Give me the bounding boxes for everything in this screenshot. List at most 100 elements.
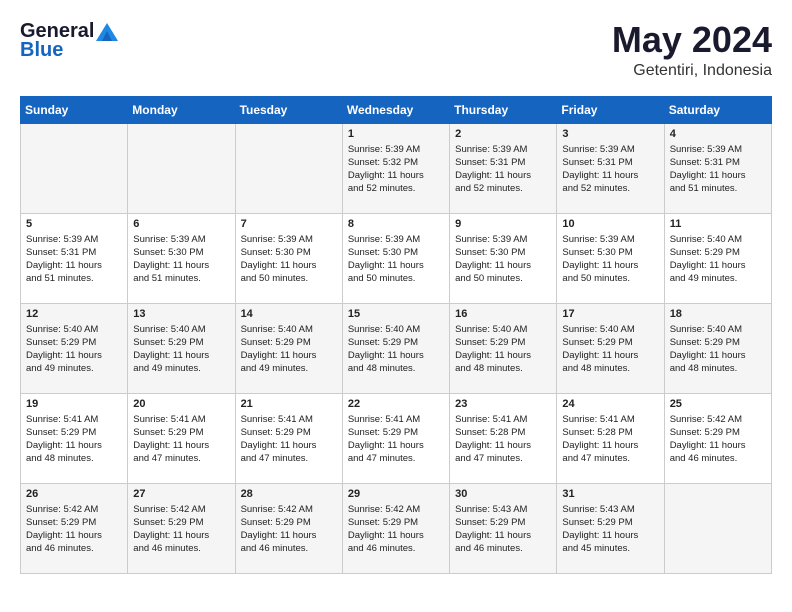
calendar-cell: 25Sunrise: 5:42 AM Sunset: 5:29 PM Dayli…	[664, 393, 771, 483]
calendar-cell: 8 Sunrise: 5:39 AM Sunset: 5:30 PM Daylig…	[342, 213, 449, 303]
day-number: 10	[562, 218, 658, 230]
day-number: 19	[26, 398, 122, 410]
weekday-header-monday: Monday	[128, 96, 235, 123]
day-number: 5	[26, 218, 122, 230]
weekday-header-saturday: Saturday	[664, 96, 771, 123]
calendar-cell: 19 Sunrise: 5:41 AM Sunset: 5:29 PM Dayli…	[21, 393, 128, 483]
day-info: Sunrise: 5:43 AM Sunset: 5:29 PM Dayligh…	[455, 503, 551, 556]
day-number: 7	[241, 218, 337, 230]
calendar-cell	[664, 483, 771, 573]
day-info: Sunrise: 5:39 AM Sunset: 5:31 PM Dayligh…	[455, 143, 551, 196]
calendar-cell: 27 Sunrise: 5:42 AM Sunset: 5:29 PM Dayli…	[128, 483, 235, 573]
weekday-header-thursday: Thursday	[450, 96, 557, 123]
day-info: Sunrise: 5:40 AM Sunset: 5:29 PM Dayligh…	[455, 323, 551, 376]
calendar-cell: 11Sunrise: 5:40 AM Sunset: 5:29 PM Dayli…	[664, 213, 771, 303]
day-number: 20	[133, 398, 229, 410]
day-number: 13	[133, 308, 229, 320]
day-info: Sunrise: 5:41 AM Sunset: 5:29 PM Dayligh…	[26, 413, 122, 466]
day-number: 21	[241, 398, 337, 410]
weekday-header-row: SundayMondayTuesdayWednesdayThursdayFrid…	[21, 96, 772, 123]
calendar-cell: 6Sunrise: 5:39 AM Sunset: 5:30 PM Daylig…	[128, 213, 235, 303]
page-header: General Blue May 2024 Getentiri, Indones…	[20, 20, 772, 80]
calendar-cell: 30 Sunrise: 5:43 AM Sunset: 5:29 PM Dayli…	[450, 483, 557, 573]
day-number: 8	[348, 218, 444, 230]
day-info: Sunrise: 5:42 AM Sunset: 5:29 PM Dayligh…	[133, 503, 229, 556]
day-info: Sunrise: 5:41 AM Sunset: 5:28 PM Dayligh…	[455, 413, 551, 466]
day-info: Sunrise: 5:40 AM Sunset: 5:29 PM Dayligh…	[26, 323, 122, 376]
calendar-cell: 3Sunrise: 5:39 AM Sunset: 5:31 PM Daylig…	[557, 123, 664, 213]
calendar-week-1: 1Sunrise: 5:39 AM Sunset: 5:32 PM Daylig…	[21, 123, 772, 213]
calendar-cell: 26 Sunrise: 5:42 AM Sunset: 5:29 PM Dayli…	[21, 483, 128, 573]
day-number: 26	[26, 488, 122, 500]
calendar-cell: 18 Sunrise: 5:40 AM Sunset: 5:29 PM Dayli…	[664, 303, 771, 393]
calendar-week-5: 26 Sunrise: 5:42 AM Sunset: 5:29 PM Dayli…	[21, 483, 772, 573]
day-info: Sunrise: 5:42 AM Sunset: 5:29 PM Dayligh…	[670, 413, 766, 466]
calendar-week-4: 19 Sunrise: 5:41 AM Sunset: 5:29 PM Dayli…	[21, 393, 772, 483]
calendar-cell: 12 Sunrise: 5:40 AM Sunset: 5:29 PM Dayli…	[21, 303, 128, 393]
calendar-cell: 7 Sunrise: 5:39 AM Sunset: 5:30 PM Daylig…	[235, 213, 342, 303]
day-info: Sunrise: 5:39 AM Sunset: 5:30 PM Dayligh…	[562, 233, 658, 286]
day-info: Sunrise: 5:40 AM Sunset: 5:29 PM Dayligh…	[562, 323, 658, 376]
calendar-cell	[21, 123, 128, 213]
calendar-cell: 23 Sunrise: 5:41 AM Sunset: 5:28 PM Dayli…	[450, 393, 557, 483]
calendar-cell: 17 Sunrise: 5:40 AM Sunset: 5:29 PM Dayli…	[557, 303, 664, 393]
calendar-cell	[235, 123, 342, 213]
day-info: Sunrise: 5:39 AM Sunset: 5:30 PM Dayligh…	[348, 233, 444, 286]
day-info: Sunrise: 5:42 AM Sunset: 5:29 PM Dayligh…	[26, 503, 122, 556]
day-info: Sunrise: 5:40 AM Sunset: 5:29 PM Dayligh…	[241, 323, 337, 376]
calendar-cell: 20 Sunrise: 5:41 AM Sunset: 5:29 PM Dayli…	[128, 393, 235, 483]
day-number: 30	[455, 488, 551, 500]
day-info: Sunrise: 5:39 AM Sunset: 5:30 PM Dayligh…	[241, 233, 337, 286]
day-number: 9	[455, 218, 551, 230]
calendar-cell: 31 Sunrise: 5:43 AM Sunset: 5:29 PM Dayli…	[557, 483, 664, 573]
day-number: 17	[562, 308, 658, 320]
title-block: May 2024 Getentiri, Indonesia	[612, 20, 772, 80]
calendar-cell: 2 Sunrise: 5:39 AM Sunset: 5:31 PM Daylig…	[450, 123, 557, 213]
day-number: 11	[670, 218, 766, 230]
calendar-cell: 22Sunrise: 5:41 AM Sunset: 5:29 PM Dayli…	[342, 393, 449, 483]
calendar-cell: 16Sunrise: 5:40 AM Sunset: 5:29 PM Dayli…	[450, 303, 557, 393]
day-number: 27	[133, 488, 229, 500]
day-info: Sunrise: 5:39 AM Sunset: 5:30 PM Dayligh…	[455, 233, 551, 286]
day-number: 12	[26, 308, 122, 320]
day-number: 4	[670, 128, 766, 140]
day-number: 28	[241, 488, 337, 500]
day-info: Sunrise: 5:39 AM Sunset: 5:30 PM Dayligh…	[133, 233, 229, 286]
day-info: Sunrise: 5:41 AM Sunset: 5:29 PM Dayligh…	[133, 413, 229, 466]
day-info: Sunrise: 5:43 AM Sunset: 5:29 PM Dayligh…	[562, 503, 658, 556]
day-number: 31	[562, 488, 658, 500]
weekday-header-wednesday: Wednesday	[342, 96, 449, 123]
calendar-cell: 24 Sunrise: 5:41 AM Sunset: 5:28 PM Dayli…	[557, 393, 664, 483]
day-info: Sunrise: 5:41 AM Sunset: 5:28 PM Dayligh…	[562, 413, 658, 466]
day-info: Sunrise: 5:42 AM Sunset: 5:29 PM Dayligh…	[348, 503, 444, 556]
day-info: Sunrise: 5:40 AM Sunset: 5:29 PM Dayligh…	[348, 323, 444, 376]
calendar-cell: 5 Sunrise: 5:39 AM Sunset: 5:31 PM Daylig…	[21, 213, 128, 303]
calendar-table: SundayMondayTuesdayWednesdayThursdayFrid…	[20, 96, 772, 574]
day-number: 1	[348, 128, 444, 140]
day-number: 24	[562, 398, 658, 410]
day-number: 23	[455, 398, 551, 410]
calendar-cell: 29Sunrise: 5:42 AM Sunset: 5:29 PM Dayli…	[342, 483, 449, 573]
day-info: Sunrise: 5:40 AM Sunset: 5:29 PM Dayligh…	[670, 323, 766, 376]
day-number: 22	[348, 398, 444, 410]
day-number: 2	[455, 128, 551, 140]
calendar-cell	[128, 123, 235, 213]
weekday-header-friday: Friday	[557, 96, 664, 123]
calendar-week-3: 12 Sunrise: 5:40 AM Sunset: 5:29 PM Dayli…	[21, 303, 772, 393]
day-info: Sunrise: 5:39 AM Sunset: 5:31 PM Dayligh…	[562, 143, 658, 196]
calendar-cell: 28Sunrise: 5:42 AM Sunset: 5:29 PM Dayli…	[235, 483, 342, 573]
day-info: Sunrise: 5:39 AM Sunset: 5:31 PM Dayligh…	[670, 143, 766, 196]
calendar-cell: 1Sunrise: 5:39 AM Sunset: 5:32 PM Daylig…	[342, 123, 449, 213]
day-info: Sunrise: 5:39 AM Sunset: 5:31 PM Dayligh…	[26, 233, 122, 286]
calendar-cell: 14 Sunrise: 5:40 AM Sunset: 5:29 PM Dayli…	[235, 303, 342, 393]
weekday-header-tuesday: Tuesday	[235, 96, 342, 123]
weekday-header-sunday: Sunday	[21, 96, 128, 123]
logo-blue-text: Blue	[20, 39, 63, 62]
calendar-week-2: 5 Sunrise: 5:39 AM Sunset: 5:31 PM Daylig…	[21, 213, 772, 303]
month-title: May 2024	[612, 20, 772, 60]
day-info: Sunrise: 5:40 AM Sunset: 5:29 PM Dayligh…	[133, 323, 229, 376]
day-number: 14	[241, 308, 337, 320]
calendar-cell: 10 Sunrise: 5:39 AM Sunset: 5:30 PM Dayli…	[557, 213, 664, 303]
logo-icon	[96, 23, 118, 41]
day-number: 18	[670, 308, 766, 320]
